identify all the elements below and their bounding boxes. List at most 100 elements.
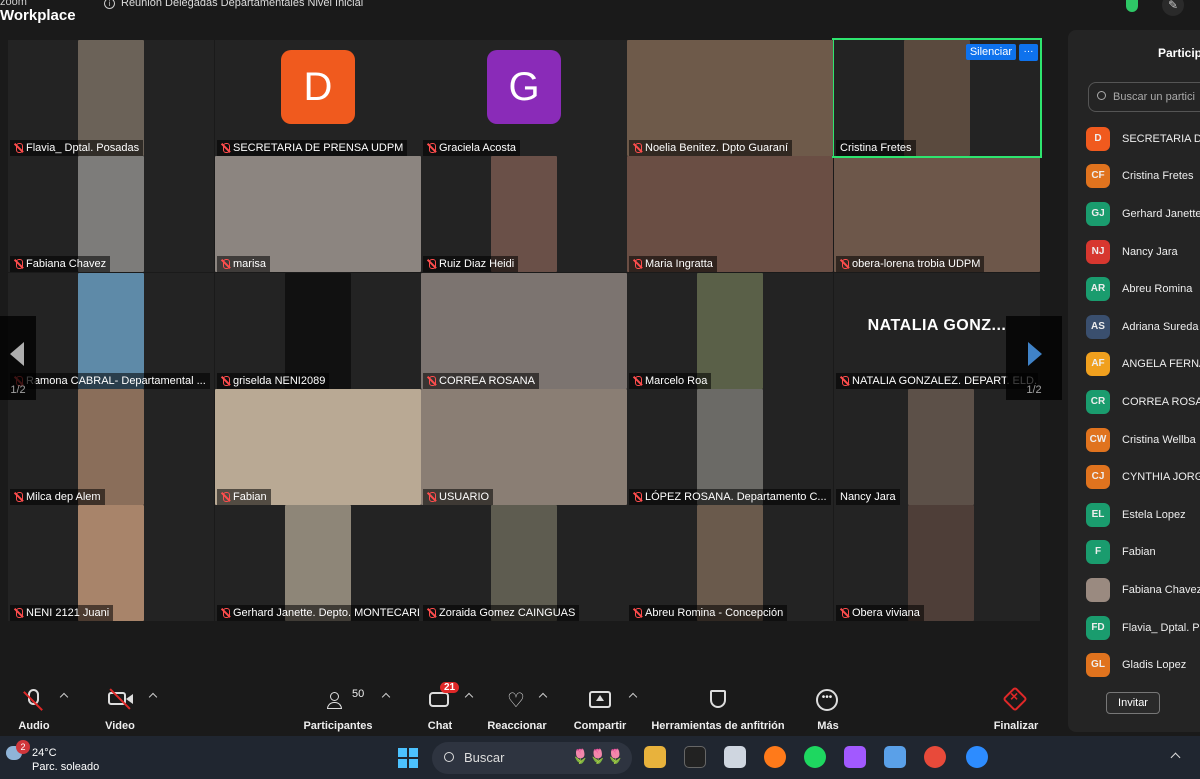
video-tile[interactable]: obera-lorena trobia UDPM (834, 156, 1040, 272)
participants-options-chevron-icon[interactable] (381, 692, 391, 702)
participant-name: Maria Ingratta (645, 258, 713, 270)
chat-options-chevron-icon[interactable] (464, 692, 474, 702)
video-tile[interactable]: Maria Ingratta (627, 156, 833, 272)
participants-panel-title: Particip (1158, 46, 1200, 60)
video-tile[interactable]: Fabiana Chavez (8, 156, 214, 272)
participant-list-item[interactable]: CJ CYNTHIA JORG (1086, 458, 1200, 496)
participant-list-item[interactable]: D SECRETARIA DE (1086, 120, 1200, 158)
info-icon[interactable]: i (104, 0, 115, 9)
mute-participant-button[interactable]: Silenciar (965, 44, 1016, 60)
participant-list-item[interactable]: FD Flavia_ Dptal. P (1086, 609, 1200, 647)
host-tools-button[interactable]: Herramientas de anfitrión (650, 684, 786, 732)
spotify-icon[interactable] (804, 746, 826, 768)
more-button[interactable]: ••• Más (808, 684, 848, 732)
participant-list-name: Gerhard Janette (1122, 207, 1200, 220)
chrome-icon[interactable] (924, 746, 946, 768)
capcut-icon[interactable] (684, 746, 706, 768)
participant-name-label: Fabiana Chavez (10, 256, 111, 272)
photos-icon[interactable] (884, 746, 906, 768)
participant-list-item[interactable]: AS Adriana Sureda (1086, 308, 1200, 346)
video-tile[interactable]: NENI 2121 Juani (8, 505, 214, 621)
meeting-info[interactable]: i Reunion Delegadas Departamentales Nive… (104, 0, 363, 9)
video-tile[interactable]: Cristina Fretes Silenciar ··· (832, 38, 1042, 158)
camera-feed (627, 156, 833, 272)
video-button[interactable]: Video (100, 684, 140, 732)
audio-button[interactable]: Audio (14, 684, 54, 732)
participant-list-item[interactable]: AF ANGELA FERNA (1086, 346, 1200, 384)
video-tile[interactable]: griselda NENI2089 (215, 273, 421, 389)
windows-start-icon[interactable] (398, 748, 418, 768)
participant-list-item[interactable]: NJ Nancy Jara (1086, 233, 1200, 271)
mic-muted-icon (427, 259, 436, 269)
prev-page-button[interactable]: 1/2 (0, 316, 36, 400)
zoom-icon[interactable] (966, 746, 988, 768)
tray-chevron-up-icon[interactable] (1170, 752, 1181, 763)
figma-icon[interactable] (844, 746, 866, 768)
camera-off-icon (100, 684, 140, 714)
invite-button[interactable]: Invitar (1106, 692, 1160, 714)
video-tile[interactable]: CORREA ROSANA (421, 273, 627, 389)
snipping-tool-icon[interactable] (724, 746, 746, 768)
video-tile[interactable]: Milca dep Alem (8, 389, 214, 505)
video-tile[interactable]: Ramona CABRAL- Departamental ... (8, 273, 214, 389)
video-tile[interactable]: Obera viviana (834, 505, 1040, 621)
video-tile[interactable]: Noelia Benitez. Dpto Guaraní (627, 40, 833, 156)
video-tile[interactable]: Fabian (215, 389, 421, 505)
video-tile[interactable]: G Graciela Acosta (421, 40, 627, 156)
participant-search-input[interactable]: Buscar un partici (1088, 82, 1200, 112)
video-tile[interactable]: Marcelo Roa (627, 273, 833, 389)
share-options-chevron-icon[interactable] (628, 692, 638, 702)
participant-list-item[interactable]: F Fabian (1086, 534, 1200, 572)
participant-name-label: Milca dep Alem (10, 489, 105, 505)
participant-list-item[interactable]: EL Estela Lopez (1086, 496, 1200, 534)
participant-list-item[interactable]: CW Cristina Wellba (1086, 421, 1200, 459)
file-explorer-icon[interactable] (644, 746, 666, 768)
firefox-icon[interactable] (764, 746, 786, 768)
mic-muted-icon (633, 492, 642, 502)
participant-list-name: Gladis Lopez (1122, 659, 1187, 672)
taskbar-search[interactable]: Buscar 🌷🌷🌷 (432, 742, 632, 774)
participant-list-name: Estela Lopez (1122, 508, 1186, 521)
participant-name-label: USUARIO (423, 489, 494, 505)
participant-name-label: CORREA ROSANA (423, 373, 539, 389)
tile-more-options-button[interactable]: ··· (1019, 44, 1038, 61)
video-tile[interactable]: Gerhard Janette. Depto. MONTECARL... (215, 505, 421, 621)
participant-list-item[interactable]: CF Cristina Fretes (1086, 158, 1200, 196)
participant-name: Milca dep Alem (26, 491, 101, 503)
participant-list-item[interactable]: AR Abreu Romina (1086, 270, 1200, 308)
participant-name: LÓPEZ ROSANA. Departamento C... (645, 491, 827, 503)
video-tile[interactable]: LÓPEZ ROSANA. Departamento C... (627, 389, 833, 505)
participant-list-item[interactable]: GJ Gerhard Janette (1086, 195, 1200, 233)
pen-icon[interactable]: ✎ (1162, 0, 1184, 16)
video-tile[interactable]: D SECRETARIA DE PRENSA UDPM (215, 40, 421, 156)
participant-avatar: CR (1086, 389, 1110, 414)
weather-badge: 2 (16, 740, 30, 754)
next-page-button[interactable]: 1/2 (1006, 316, 1062, 400)
video-tile[interactable]: Nancy Jara (834, 389, 1040, 505)
react-button[interactable]: ♡ Reaccionar (486, 684, 548, 732)
security-shield-icon[interactable] (1126, 0, 1138, 12)
participant-name-label: obera-lorena trobia UDPM (836, 256, 985, 272)
video-tile[interactable]: USUARIO (421, 389, 627, 505)
video-tile[interactable]: Ruiz Diaz Heidi (421, 156, 627, 272)
chat-button[interactable]: 21 Chat (422, 682, 460, 732)
audio-options-chevron-icon[interactable] (59, 692, 69, 702)
participant-name-label: Zoraida Gomez CAINGUAS (423, 605, 580, 621)
participant-name-label: Cristina Fretes (836, 140, 916, 156)
participant-avatar: AR (1086, 277, 1110, 302)
mic-muted-icon (633, 143, 642, 153)
video-tile[interactable]: Abreu Romina - Concepción (627, 505, 833, 621)
participant-list-item[interactable]: CR CORREA ROSAN (1086, 383, 1200, 421)
camera-feed (78, 40, 144, 156)
chevron-right-icon (1028, 342, 1042, 366)
video-tile[interactable]: marisa (215, 156, 421, 272)
video-tile[interactable]: Zoraida Gomez CAINGUAS (421, 505, 627, 621)
participants-button[interactable]: 50 Participantes (300, 684, 376, 732)
end-meeting-button[interactable]: × Finalizar (988, 684, 1044, 732)
video-tile[interactable]: Flavia_ Dptal. Posadas (8, 40, 214, 156)
taskbar-search-label: Buscar (464, 750, 505, 765)
participant-list-item[interactable]: GL Gladis Lopez (1086, 646, 1200, 684)
video-options-chevron-icon[interactable] (148, 692, 158, 702)
share-button[interactable]: Compartir (572, 684, 628, 732)
participant-list-item[interactable]: Fabiana Chavez (1086, 571, 1200, 609)
